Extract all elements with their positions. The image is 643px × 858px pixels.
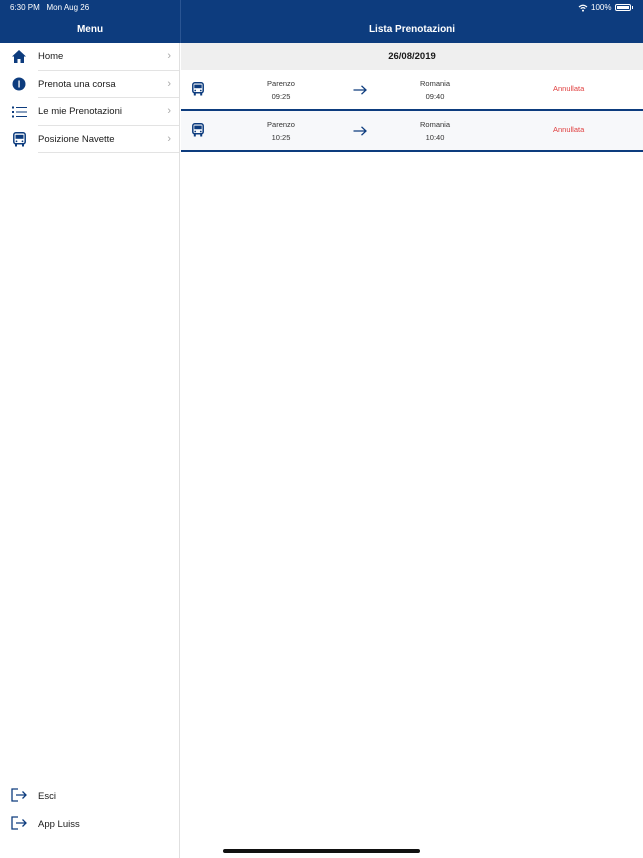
logout-button[interactable]: Esci	[0, 786, 180, 806]
sidebar-item-label: Prenota una corsa	[38, 78, 116, 90]
bus-icon	[192, 123, 204, 142]
nav-divider	[180, 0, 181, 43]
status-date: Mon Aug 26	[46, 3, 90, 12]
chevron-right-icon: ›	[167, 105, 171, 117]
departure-stop: Parenzo 09:25	[241, 77, 321, 103]
booking-status: Annullata	[553, 84, 585, 93]
arrival-name: Romania	[419, 79, 450, 88]
home-indicator[interactable]	[223, 849, 420, 853]
sidebar-item-prenota[interactable]: Prenota una corsa ›	[0, 71, 179, 98]
wifi-icon	[578, 4, 588, 12]
sidebar-item-home[interactable]: Home ›	[0, 43, 179, 71]
status-indicators: 100%	[578, 3, 633, 12]
page-title: Lista Prenotazioni	[368, 24, 456, 35]
menu-title: Menu	[76, 24, 104, 35]
sidebar-item-navette[interactable]: Posizione Navette ›	[0, 126, 179, 153]
top-bar: 6:30 PM Mon Aug 26 100% Menu Lista Preno…	[0, 0, 643, 43]
sidebar: Home › Prenota una corsa › Le mie Prenot…	[0, 43, 180, 858]
home-icon	[11, 49, 27, 65]
arrow-right-icon	[353, 123, 367, 141]
arrival-name: Romania	[419, 120, 450, 129]
booking-row[interactable]: Parenzo 09:25 Romania 09:40 Annullata	[181, 70, 643, 111]
bus-icon	[192, 82, 204, 101]
chevron-right-icon: ›	[167, 50, 171, 62]
info-circle-icon	[11, 76, 27, 92]
status-clock: 6:30 PM	[10, 3, 40, 12]
status-time: 6:30 PM Mon Aug 26	[10, 3, 89, 12]
divider	[38, 152, 179, 153]
app-luiss-label: App Luiss	[38, 818, 80, 830]
sidebar-item-prenotazioni[interactable]: Le mie Prenotazioni ›	[0, 98, 179, 126]
bookings-panel: 26/08/2019 Parenzo 09:25 Romania 09:40 A…	[181, 43, 643, 858]
arrival-time: 09:40	[425, 92, 445, 101]
departure-name: Parenzo	[267, 120, 295, 129]
exit-app-icon	[11, 816, 27, 832]
battery-percent: 100%	[591, 3, 612, 12]
chevron-right-icon: ›	[167, 132, 171, 145]
departure-stop: Parenzo 10:25	[241, 118, 321, 144]
chevron-right-icon: ›	[167, 77, 171, 90]
logout-icon	[11, 788, 27, 804]
departure-name: Parenzo	[267, 79, 295, 88]
departure-time: 10:25	[271, 133, 291, 142]
arrival-time: 10:40	[425, 133, 445, 142]
sidebar-item-label: Le mie Prenotazioni	[38, 106, 122, 118]
date-header: 26/08/2019	[181, 43, 643, 70]
bus-icon	[11, 131, 27, 147]
list-icon	[11, 104, 27, 120]
arrow-right-icon	[353, 82, 367, 100]
sidebar-item-label: Posizione Navette	[38, 133, 115, 145]
departure-time: 09:25	[271, 92, 291, 101]
booking-status: Annullata	[553, 125, 585, 134]
logout-label: Esci	[38, 790, 56, 802]
sidebar-item-label: Home	[38, 51, 64, 63]
app-luiss-button[interactable]: App Luiss	[0, 814, 180, 834]
battery-icon	[614, 4, 631, 11]
arrival-stop: Romania 09:40	[395, 77, 475, 103]
arrival-stop: Romania 10:40	[395, 118, 475, 144]
booking-row[interactable]: Parenzo 10:25 Romania 10:40 Annullata	[181, 111, 643, 152]
